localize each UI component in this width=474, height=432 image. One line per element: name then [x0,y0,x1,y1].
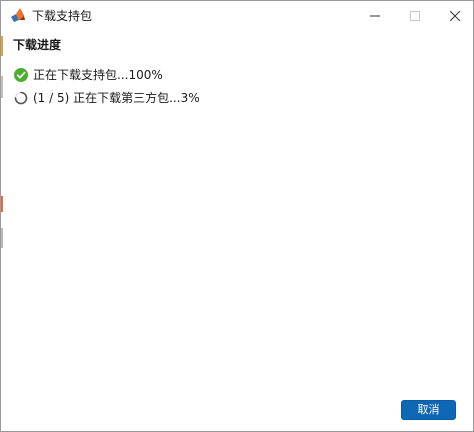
task-row-support-package: 正在下载支持包...100% [14,67,163,83]
check-circle-icon [14,68,28,82]
download-dialog: 下载支持包 下载进度 正在下载支持包...100% (1 / 5) 正在下载第三… [0,0,474,432]
close-icon [450,11,460,21]
maximize-icon [410,11,420,21]
minimize-icon [370,15,380,17]
spinner-icon [14,91,28,105]
task-status-text: (1 / 5) 正在下载第三方包...3% [33,91,200,105]
background-window-edge [1,36,3,266]
section-title: 下载进度 [13,38,62,52]
window-title: 下载支持包 [32,9,93,23]
task-status-text: 正在下载支持包...100% [33,68,163,82]
maximize-button[interactable] [395,1,435,31]
minimize-button[interactable] [355,1,395,31]
cancel-button[interactable]: 取消 [401,400,456,420]
matlab-logo-icon [11,8,25,22]
title-bar[interactable]: 下载支持包 [1,1,473,31]
close-button[interactable] [435,1,473,31]
task-row-third-party: (1 / 5) 正在下载第三方包...3% [14,90,200,106]
